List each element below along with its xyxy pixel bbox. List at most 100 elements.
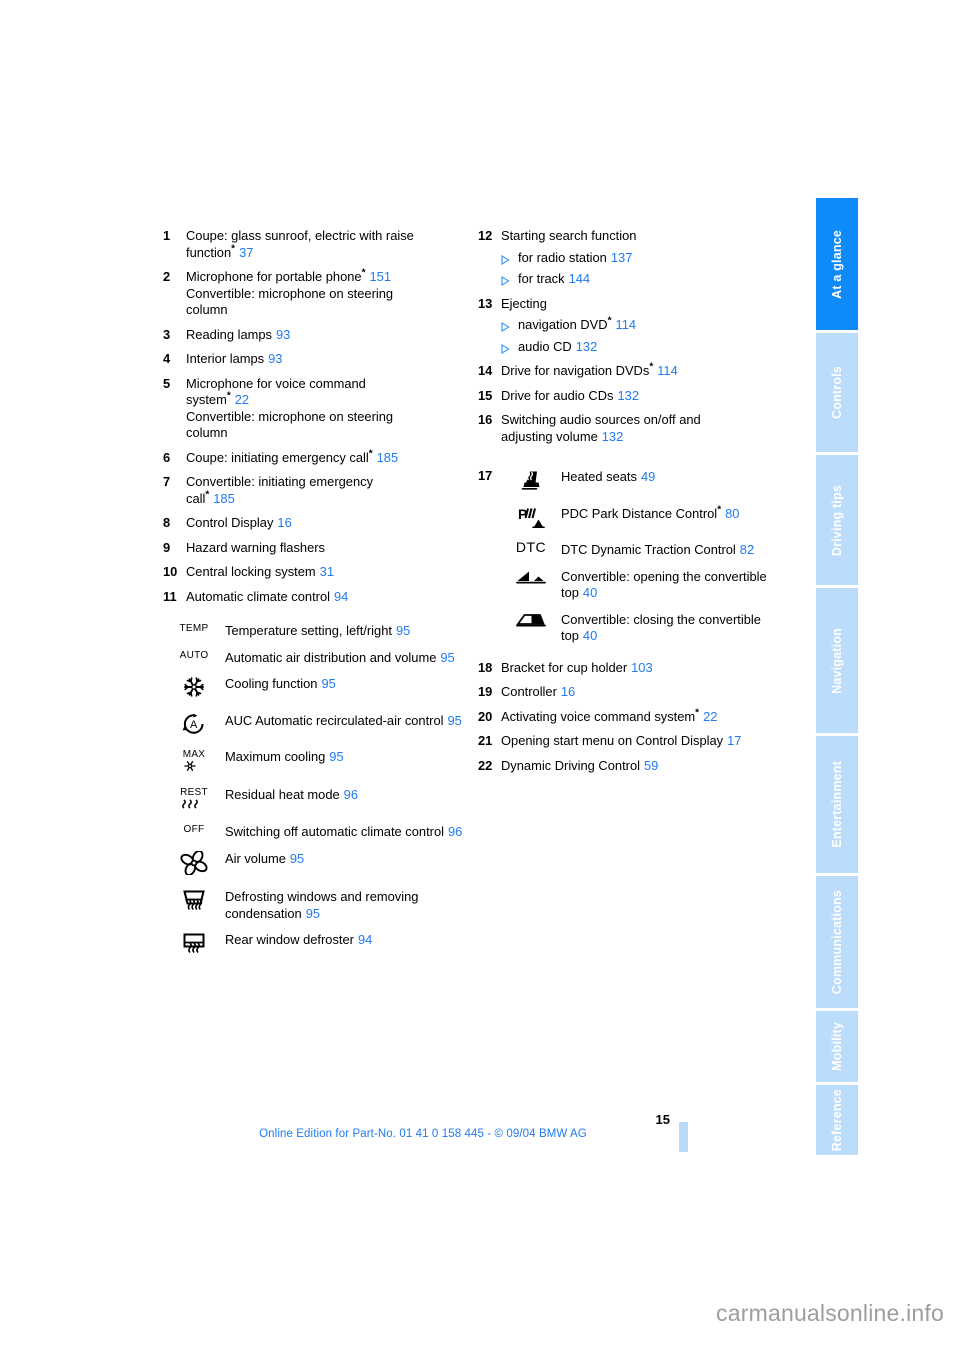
page-reference-link[interactable]: 22	[235, 392, 249, 407]
page-reference-link[interactable]: 95	[321, 676, 335, 691]
legend-entry-6: 6 Coupe: initiating emergency call* 185	[163, 449, 478, 467]
page-reference-link[interactable]: 103	[631, 660, 653, 675]
page-reference-link[interactable]: 95	[448, 713, 462, 728]
page-reference-link[interactable]: 40	[583, 628, 597, 643]
page-reference-link[interactable]: 31	[320, 564, 334, 579]
section-tab-entertainment[interactable]: Entertainment	[816, 736, 858, 874]
section-tab-label: Mobility	[829, 1021, 844, 1071]
page-reference-link[interactable]: 93	[276, 327, 290, 342]
entry-text: Convertible: initiating emergency call* 18…	[186, 474, 478, 507]
page-reference-link[interactable]: 96	[448, 824, 462, 839]
icon-label: Residual heat mode 96	[225, 786, 478, 804]
icon-label: Temperature setting, left/right 95	[225, 622, 478, 640]
icon-legend-row: P PDC Park Distance Control* 80	[501, 505, 793, 533]
triangle-bullet-icon	[501, 339, 518, 354]
max-cooling-icon: MAX	[183, 749, 206, 777]
entry-text-line: navigation DVD	[518, 317, 608, 332]
page-reference-link[interactable]: 95	[290, 851, 304, 866]
auto-icon: AUTO	[179, 649, 209, 661]
page-reference-link[interactable]: 40	[583, 585, 597, 600]
entry-text-line: for track	[518, 271, 565, 286]
entry-number: 21	[478, 733, 493, 748]
page-reference-link[interactable]: 151	[369, 269, 391, 284]
page-reference-link[interactable]: 16	[561, 684, 575, 699]
section-tab-communications[interactable]: Communications	[816, 876, 858, 1009]
icon-cell	[163, 675, 225, 703]
entry-number: 15	[478, 387, 493, 403]
icon-cell: DTC	[501, 539, 561, 555]
icon-label: Switching off automatic climate control 9…	[225, 823, 478, 841]
page-reference-link[interactable]: 114	[657, 363, 678, 378]
icon-cell: AUTO	[163, 649, 225, 661]
optional-equipment-asterisk: *	[205, 489, 210, 501]
page-reference-link[interactable]: 144	[569, 271, 591, 286]
section-tab-at-a-glance[interactable]: At a glance	[816, 198, 858, 331]
section-tab-mobility[interactable]: Mobility	[816, 1011, 858, 1082]
icon-cell: REST	[163, 786, 225, 815]
page-reference-link[interactable]: 132	[602, 429, 624, 444]
page-reference-link[interactable]: 95	[329, 749, 343, 764]
icon-cell	[163, 888, 225, 916]
page-reference-link[interactable]: 95	[440, 650, 454, 665]
icon-cell: A	[163, 712, 225, 740]
dtc-icon: DTC	[515, 539, 547, 555]
page-reference-link[interactable]: 16	[277, 515, 291, 530]
page-reference-link[interactable]: 95	[396, 623, 410, 638]
icon-cell	[501, 568, 561, 590]
icon-cell: TEMP	[163, 622, 225, 634]
entry-text-line: Reading lamps	[186, 326, 272, 342]
page-reference-link[interactable]: 82	[740, 542, 754, 557]
page-reference-link[interactable]: 137	[611, 250, 633, 265]
entry-text-line: Convertible: microphone on steering	[186, 285, 394, 301]
page-reference-link[interactable]: 114	[615, 317, 636, 332]
page-reference-link[interactable]: 95	[306, 906, 320, 921]
section-tab-label: Driving tips	[829, 484, 844, 556]
page-reference-link[interactable]: 80	[725, 506, 739, 521]
entry-text-line: for radio station	[518, 249, 607, 265]
page-reference-link[interactable]: 94	[334, 589, 348, 604]
page-reference-link[interactable]: 17	[727, 733, 741, 748]
entry-number: 17	[478, 468, 493, 483]
section-tab-driving-tips[interactable]: Driving tips	[816, 455, 858, 586]
icon-label: DTC Dynamic Traction Control 82	[561, 541, 793, 559]
entry-text: Starting search function	[501, 228, 793, 245]
icon-legend-row: Air volume 95	[163, 849, 478, 880]
page-reference-link[interactable]: 96	[344, 787, 358, 802]
legend-subitem: for radio station 137	[501, 250, 793, 267]
section-tab-reference[interactable]: Reference	[816, 1084, 858, 1155]
windshield-defrost-icon	[181, 889, 207, 916]
footer-edition-text: Online Edition for Part-No. 01 41 0 158 …	[259, 1128, 587, 1140]
entry-text-line: Heated seats	[561, 469, 637, 484]
icon-legend-row: REST Residual heat mode 96	[163, 786, 478, 815]
entry-text: Hazard warning flashers	[186, 540, 478, 557]
convertible-top-close-icon	[516, 612, 546, 633]
optional-equipment-asterisk: *	[717, 504, 722, 516]
triangle-bullet-icon	[501, 271, 518, 286]
entry-text-line: Drive for navigation DVDs	[501, 363, 650, 378]
page-reference-link[interactable]: 22	[703, 709, 717, 724]
section-tab-controls[interactable]: Controls	[816, 333, 858, 453]
page-reference-link[interactable]: 132	[576, 339, 598, 354]
icon-label: Convertible: opening the convertible top…	[561, 568, 793, 602]
entry-text-line: call	[186, 490, 206, 506]
entry-text-line: Activating voice command system	[501, 708, 696, 724]
section-tab-label: Navigation	[829, 627, 844, 694]
page-reference-link[interactable]: 93	[268, 351, 282, 366]
page-reference-link[interactable]: 49	[641, 469, 655, 484]
entry-number: 5	[163, 375, 171, 391]
entry-text: Coupe: glass sunroof, electric with rais…	[186, 228, 478, 261]
section-tab-navigation[interactable]: Navigation	[816, 588, 858, 734]
icon-legend-row: AUTO Automatic air distribution and volum…	[163, 649, 478, 667]
pdc-icon: P	[517, 506, 545, 533]
right-column: 12 Starting search function for radio stat…	[478, 228, 793, 959]
page-reference-link[interactable]: 185	[213, 491, 235, 506]
page-reference-link[interactable]: 185	[377, 450, 399, 465]
page-reference-link[interactable]: 94	[358, 932, 372, 947]
page-reference-link[interactable]: 132	[617, 388, 639, 403]
entry-number: 19	[478, 684, 493, 699]
entry-number: 20	[478, 708, 493, 724]
icon-label: Defrosting windows and removing condensa…	[225, 888, 478, 922]
page-reference-link[interactable]: 59	[644, 758, 658, 773]
page-reference-link[interactable]: 37	[239, 245, 253, 260]
entry-text-line: Rear window defroster	[225, 932, 354, 947]
